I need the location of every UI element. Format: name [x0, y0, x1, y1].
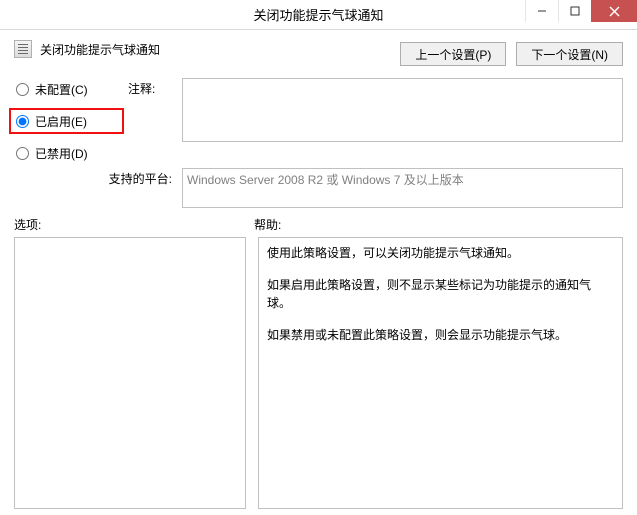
radio-disabled-input[interactable]	[16, 147, 29, 160]
options-pane[interactable]	[14, 237, 246, 509]
comment-label: 注释:	[128, 78, 178, 97]
radio-not-configured-input[interactable]	[16, 83, 29, 96]
help-paragraph: 如果启用此策略设置，则不显示某些标记为功能提示的通知气球。	[267, 276, 614, 312]
policy-name: 关闭功能提示气球通知	[40, 41, 160, 58]
options-section-label: 选项:	[14, 216, 254, 233]
radio-not-configured-label: 未配置(C)	[35, 81, 88, 98]
radio-enabled-label: 已启用(E)	[35, 113, 87, 130]
help-pane[interactable]: 使用此策略设置，可以关闭功能提示气球通知。 如果启用此策略设置，则不显示某些标记…	[258, 237, 623, 509]
radio-enabled-input[interactable]	[16, 115, 29, 128]
platform-textarea	[182, 168, 623, 208]
platform-label: 支持的平台:	[14, 168, 178, 187]
radio-disabled-label: 已禁用(D)	[35, 145, 88, 162]
help-paragraph: 如果禁用或未配置此策略设置，则会显示功能提示气球。	[267, 326, 614, 344]
radio-not-configured[interactable]: 未配置(C)	[14, 80, 124, 98]
prev-setting-button[interactable]: 上一个设置(P)	[400, 42, 506, 66]
close-button[interactable]	[591, 0, 637, 22]
radio-disabled[interactable]: 已禁用(D)	[14, 144, 124, 162]
help-paragraph: 使用此策略设置，可以关闭功能提示气球通知。	[267, 244, 614, 262]
titlebar: 关闭功能提示气球通知	[0, 0, 637, 30]
comment-textarea[interactable]	[182, 78, 623, 142]
highlight-box: 已启用(E)	[9, 108, 124, 134]
next-setting-button[interactable]: 下一个设置(N)	[516, 42, 623, 66]
state-radio-group: 未配置(C) 已启用(E) 已禁用(D)	[14, 78, 124, 162]
minimize-button[interactable]	[525, 0, 558, 22]
window-title: 关闭功能提示气球通知	[253, 5, 383, 24]
policy-icon	[14, 40, 32, 58]
radio-enabled[interactable]: 已启用(E)	[14, 112, 119, 130]
header-row: 关闭功能提示气球通知 上一个设置(P) 下一个设置(N)	[0, 30, 637, 72]
help-section-label: 帮助:	[254, 216, 623, 233]
window-controls	[525, 0, 637, 22]
maximize-button[interactable]	[558, 0, 591, 22]
